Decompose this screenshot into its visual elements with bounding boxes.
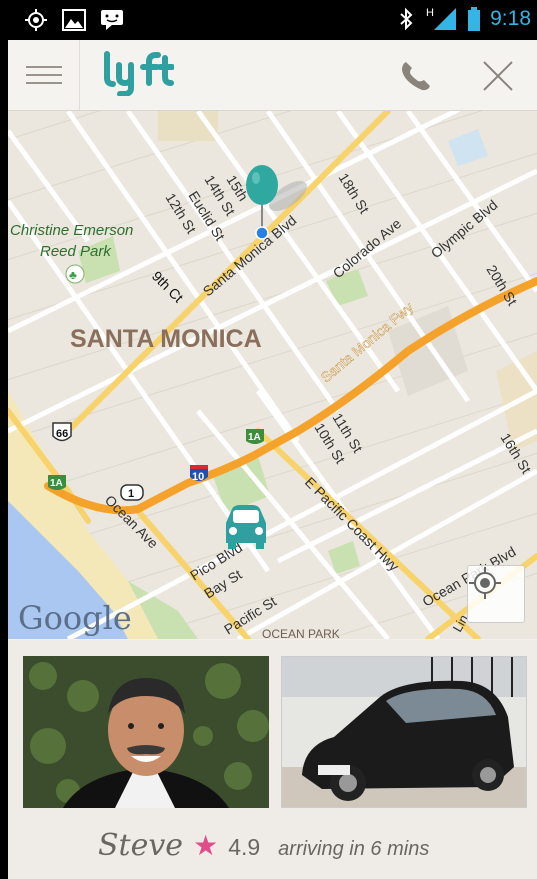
street-16th: 16th St — [497, 430, 534, 476]
street-olympic: Olympic Blvd — [428, 197, 501, 262]
battery-icon — [468, 7, 481, 31]
street-santa-monica-fwy: Santa Monica Fwy — [318, 299, 417, 385]
app-screen: Christine Emerson Reed Park ♣ SANTA MONI… — [8, 40, 537, 879]
driver-info-panel: Steve ★ 4.9 arriving in 6 mins — [8, 640, 537, 879]
street-20th: 20th St — [483, 262, 520, 308]
signal-icon: H — [426, 7, 457, 30]
svg-text:1A: 1A — [248, 432, 261, 443]
ca1a-shield-icon-a: 1A — [48, 475, 66, 490]
street-18th: 18th St — [335, 170, 372, 216]
map-pin-icon[interactable] — [244, 163, 284, 243]
crosshair-icon — [469, 567, 501, 599]
svg-text:1A: 1A — [50, 478, 63, 489]
close-icon[interactable] — [476, 54, 520, 98]
street-9th: 9th Ct — [149, 268, 187, 306]
driver-photo[interactable] — [23, 656, 269, 808]
app-bar-divider — [79, 40, 80, 110]
ca1-shield-icon: 1 — [120, 484, 144, 501]
park-label-2: Reed Park — [40, 243, 112, 260]
i10-shield-icon: 10 — [190, 465, 208, 483]
hamburger-line — [26, 74, 62, 76]
app-bar — [8, 40, 537, 111]
park-tree-icon: ♣ — [69, 268, 77, 282]
lyft-logo — [104, 51, 174, 96]
driver-summary: Steve ★ 4.9 arriving in 6 mins — [98, 828, 429, 863]
hamburger-icon — [26, 66, 62, 68]
image-icon — [62, 9, 86, 31]
car-photo[interactable] — [281, 656, 527, 808]
us66-shield-icon: 66 — [52, 422, 72, 442]
gps-icon — [25, 9, 47, 31]
map-view[interactable]: Christine Emerson Reed Park ♣ SANTA MONI… — [8, 111, 537, 639]
driver-rating: 4.9 — [228, 834, 261, 860]
car-picture — [282, 657, 526, 807]
street-colorado: Colorado Ave — [330, 215, 405, 281]
svg-text:1: 1 — [128, 488, 134, 500]
phone-icon[interactable] — [394, 54, 438, 98]
google-attribution: Google — [18, 599, 132, 637]
svg-text:66: 66 — [56, 428, 68, 440]
status-bar: H 9:18 — [0, 0, 537, 40]
area-label: SANTA MONICA — [70, 325, 262, 353]
street-pacific-coast-hwy: E Pacific Coast Hwy — [302, 474, 402, 574]
bluetooth-icon — [400, 7, 413, 31]
ca1a-shield-icon-b: 1A — [246, 429, 264, 444]
messenger-icon — [101, 10, 123, 30]
eta-text: arriving in 6 mins — [278, 838, 430, 860]
menu-button[interactable] — [26, 60, 62, 90]
car-icon[interactable] — [218, 503, 274, 551]
driver-name: Steve — [98, 828, 184, 863]
street-ocean-ave: Ocean Ave — [102, 492, 162, 552]
street-ocean-park: OCEAN PARK — [262, 627, 340, 639]
hamburger-line — [26, 82, 62, 84]
star-icon: ★ — [193, 830, 219, 861]
status-time: 9:18 — [490, 7, 531, 30]
my-location-button[interactable] — [467, 565, 525, 623]
driver-portrait — [23, 656, 269, 808]
park-label-1: Christine Emerson — [10, 222, 133, 239]
svg-text:H: H — [426, 7, 434, 19]
svg-text:10: 10 — [192, 471, 204, 483]
